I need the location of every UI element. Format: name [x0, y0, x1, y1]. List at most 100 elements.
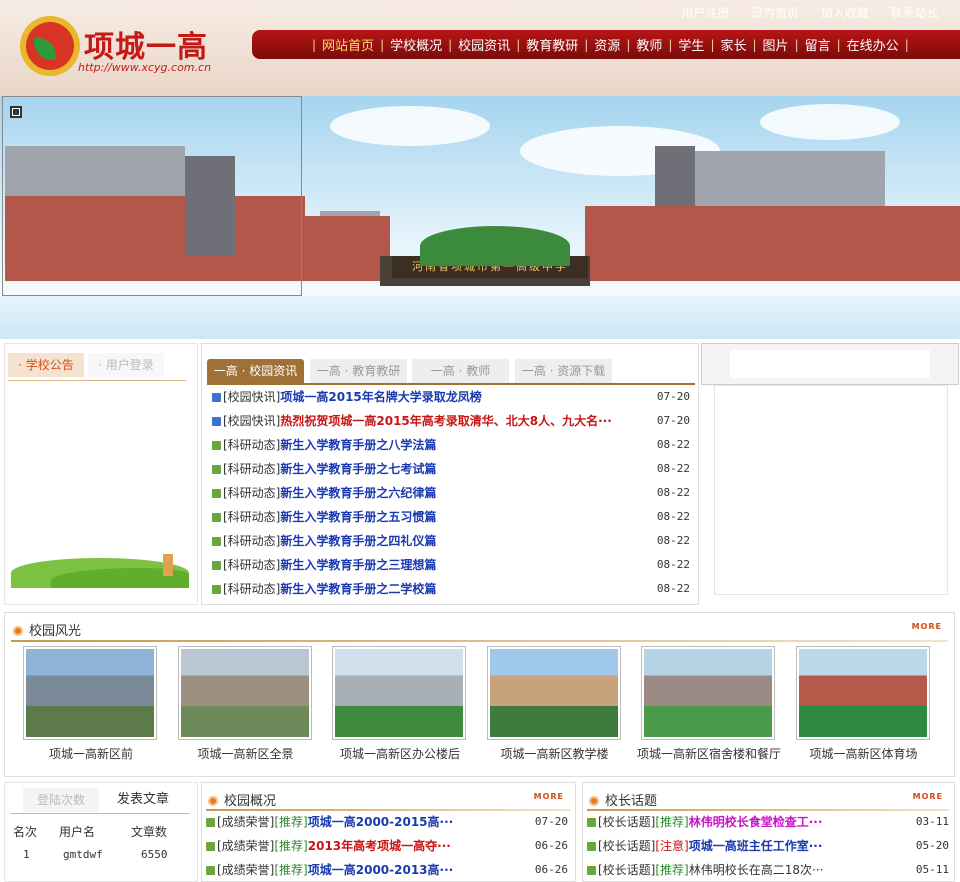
- list-date: 06-26: [534, 863, 568, 876]
- banner-toggle-icon[interactable]: [10, 106, 22, 118]
- news-item[interactable]: [校园快讯]热烈祝贺项城一高2015年高考录取清华、北大8人、九大名··· 07-…: [212, 409, 690, 433]
- toplink-register[interactable]: · 用户注册: [674, 4, 730, 21]
- nav-resources[interactable]: 资源: [588, 35, 626, 54]
- gallery-caption[interactable]: 项城一高新区办公楼后: [320, 745, 480, 762]
- news-title[interactable]: 新生入学教育手册之七考试篇: [280, 462, 436, 476]
- news-bullet-icon: [212, 465, 221, 474]
- gallery-caption[interactable]: 项城一高新区宿舍楼和餐厅: [629, 745, 789, 762]
- nav-teachers[interactable]: 教师: [630, 35, 668, 54]
- list-bullet-icon: [587, 842, 596, 851]
- list-bullet-icon: [206, 866, 215, 875]
- list-bullet-icon: [587, 866, 596, 875]
- gallery-caption[interactable]: 项城一高新区体育场: [784, 745, 944, 762]
- news-title[interactable]: 新生入学教育手册之二学校篇: [280, 582, 436, 596]
- banner-thumbnail-frame: [2, 96, 302, 296]
- nav-pictures[interactable]: 图片: [757, 35, 795, 54]
- section-bullet-icon: [13, 626, 23, 636]
- nav-campus-news[interactable]: 校园资讯: [452, 35, 516, 54]
- notice-panel: · 学校公告 · 用户登录: [4, 343, 198, 605]
- tab-login-count[interactable]: 登陆次数: [23, 788, 99, 812]
- nav-messages[interactable]: 留言: [799, 35, 837, 54]
- tab-user-login[interactable]: · 用户登录: [88, 353, 164, 377]
- news-date: 07-20: [656, 390, 690, 403]
- tab-teachers[interactable]: 一高 · 教师: [412, 359, 509, 383]
- gallery-photo[interactable]: [332, 646, 466, 740]
- news-title[interactable]: 新生入学教育手册之四礼仪篇: [280, 534, 436, 548]
- news-title[interactable]: 新生入学教育手册之五习惯篇: [280, 510, 436, 524]
- list-category: [成绩荣誉]: [217, 815, 275, 829]
- overview-more-link[interactable]: MORE: [534, 792, 564, 801]
- list-title[interactable]: 项城一高班主任工作室···: [689, 839, 823, 853]
- news-bullet-icon: [212, 489, 221, 498]
- list-title[interactable]: 项城一高2000-2015高···: [308, 815, 453, 829]
- nav-online-office[interactable]: 在线办公: [841, 35, 905, 54]
- nav-research[interactable]: 教育教研: [520, 35, 584, 54]
- list-item[interactable]: [成绩荣誉][推荐]2013年高考项城一高夺··· 06-26: [206, 834, 570, 858]
- tab-published-articles[interactable]: 发表文章: [105, 788, 181, 812]
- news-category: [校园快讯]: [223, 414, 281, 428]
- tab-research[interactable]: 一高 · 教育教研: [310, 359, 407, 383]
- tab-school-notice[interactable]: · 学校公告: [8, 353, 84, 377]
- news-title[interactable]: 新生入学教育手册之八学法篇: [280, 438, 436, 452]
- news-item[interactable]: [科研动态]新生入学教育手册之二学校篇 08-22: [212, 577, 690, 601]
- news-category: [科研动态]: [223, 438, 281, 452]
- news-title[interactable]: 新生入学教育手册之三理想篇: [280, 558, 436, 572]
- decorative-landscape: [11, 540, 189, 588]
- principal-more-link[interactable]: MORE: [913, 792, 943, 801]
- gallery-photo[interactable]: [641, 646, 775, 740]
- news-item[interactable]: [科研动态]新生入学教育手册之七考试篇 08-22: [212, 457, 690, 481]
- list-title[interactable]: 项城一高2000-2013高···: [308, 863, 453, 877]
- toplink-contact[interactable]: · 联系站长 ·: [883, 4, 946, 21]
- list-item[interactable]: [校长话题][推荐]林伟明校长食堂检查工··· 03-11: [587, 810, 951, 834]
- news-title[interactable]: 新生入学教育手册之六纪律篇: [280, 486, 436, 500]
- list-tag: [推荐]: [655, 815, 689, 829]
- gallery-photo[interactable]: [795, 646, 930, 740]
- list-item[interactable]: [成绩荣誉][推荐]项城一高2000-2015高··· 07-20: [206, 810, 570, 834]
- news-category: [科研动态]: [223, 510, 281, 524]
- gallery-caption[interactable]: 项城一高新区前: [11, 745, 171, 762]
- list-item[interactable]: [成绩荣誉][推荐]项城一高2000-2013高··· 06-26: [206, 858, 570, 882]
- list-title[interactable]: 林伟明校长在高二18次···: [689, 863, 824, 877]
- news-item[interactable]: [科研动态]新生入学教育手册之五习惯篇 08-22: [212, 505, 690, 529]
- news-bullet-icon: [212, 513, 221, 522]
- news-bullet-icon: [212, 393, 221, 402]
- gallery-caption[interactable]: 项城一高新区全景: [166, 745, 326, 762]
- news-title[interactable]: 项城一高2015年名牌大学录取龙凤榜: [280, 390, 481, 404]
- news-item[interactable]: [科研动态]新生入学教育手册之四礼仪篇 08-22: [212, 529, 690, 553]
- news-title[interactable]: 热烈祝贺项城一高2015年高考录取清华、北大8人、九大名···: [280, 414, 611, 428]
- gallery-caption[interactable]: 项城一高新区教学楼: [475, 745, 635, 762]
- list-item[interactable]: [校长话题][推荐]林伟明校长在高二18次··· 05-11: [587, 858, 951, 882]
- news-bullet-icon: [212, 537, 221, 546]
- gallery-photo[interactable]: [486, 646, 621, 740]
- right-panel: [701, 343, 959, 385]
- list-category: [校长话题]: [598, 839, 656, 853]
- gallery-photo[interactable]: [177, 646, 312, 740]
- list-tag: [推荐]: [274, 815, 308, 829]
- nav-overview[interactable]: 学校概况: [384, 35, 448, 54]
- nav-home[interactable]: 网站首页: [316, 35, 380, 54]
- nav-parents[interactable]: 家长: [714, 35, 752, 54]
- tab-campus-news[interactable]: 一高 · 校园资讯: [207, 359, 304, 383]
- ranking-panel: 登陆次数 发表文章 名次 用户名 文章数 1 gmtdwf 6550: [4, 782, 198, 882]
- list-title[interactable]: 2013年高考项城一高夺···: [308, 839, 451, 853]
- logo-emblem-icon: [20, 16, 80, 76]
- tab-downloads[interactable]: 一高 · 资源下载: [515, 359, 612, 383]
- list-tag: [推荐]: [655, 863, 689, 877]
- news-date: 08-22: [656, 510, 690, 523]
- list-title[interactable]: 林伟明校长食堂检查工···: [689, 815, 823, 829]
- toplink-favorite[interactable]: · 加入收藏: [813, 4, 869, 21]
- list-date: 07-20: [534, 815, 568, 828]
- header: 项城一高 http://www.xcyg.com.cn · 用户注册 · 设为首…: [0, 0, 960, 96]
- nav-students[interactable]: 学生: [672, 35, 710, 54]
- news-item[interactable]: [校园快讯]项城一高2015年名牌大学录取龙凤榜 07-20: [212, 385, 690, 409]
- principal-title: 校长话题: [605, 794, 658, 809]
- news-item[interactable]: [科研动态]新生入学教育手册之三理想篇 08-22: [212, 553, 690, 577]
- list-item[interactable]: [校长话题][注意]项城一高班主任工作室··· 05-20: [587, 834, 951, 858]
- toplink-homepage[interactable]: · 设为首页: [743, 4, 799, 21]
- gallery-photo[interactable]: [23, 646, 157, 740]
- list-bullet-icon: [206, 842, 215, 851]
- news-item[interactable]: [科研动态]新生入学教育手册之八学法篇 08-22: [212, 433, 690, 457]
- news-item[interactable]: [科研动态]新生入学教育手册之六纪律篇 08-22: [212, 481, 690, 505]
- gallery-more-link[interactable]: MORE: [912, 622, 942, 631]
- site-logo[interactable]: 项城一高 http://www.xcyg.com.cn: [20, 16, 211, 78]
